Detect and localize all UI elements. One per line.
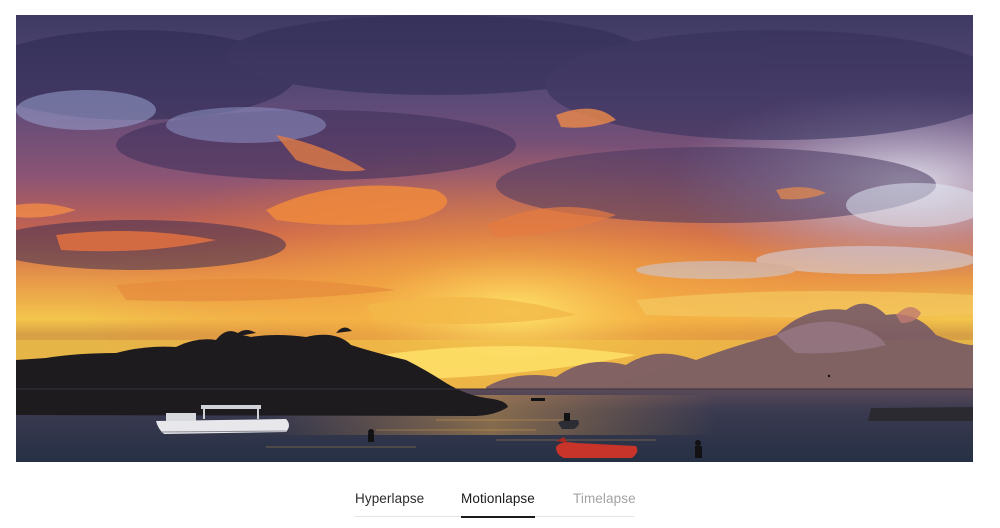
- tab-hyperlapse[interactable]: Hyperlapse: [355, 490, 424, 508]
- breakwater: [868, 407, 973, 421]
- hero-media[interactable]: [16, 15, 973, 462]
- mode-tab-bar: Hyperlapse Motionlapse Timelapse: [355, 484, 636, 518]
- tab-motionlapse[interactable]: Motionlapse: [461, 490, 535, 518]
- sunset-video-frame: [16, 15, 973, 462]
- tab-timelapse[interactable]: Timelapse: [573, 490, 636, 508]
- page: Hyperlapse Motionlapse Timelapse: [0, 0, 1000, 528]
